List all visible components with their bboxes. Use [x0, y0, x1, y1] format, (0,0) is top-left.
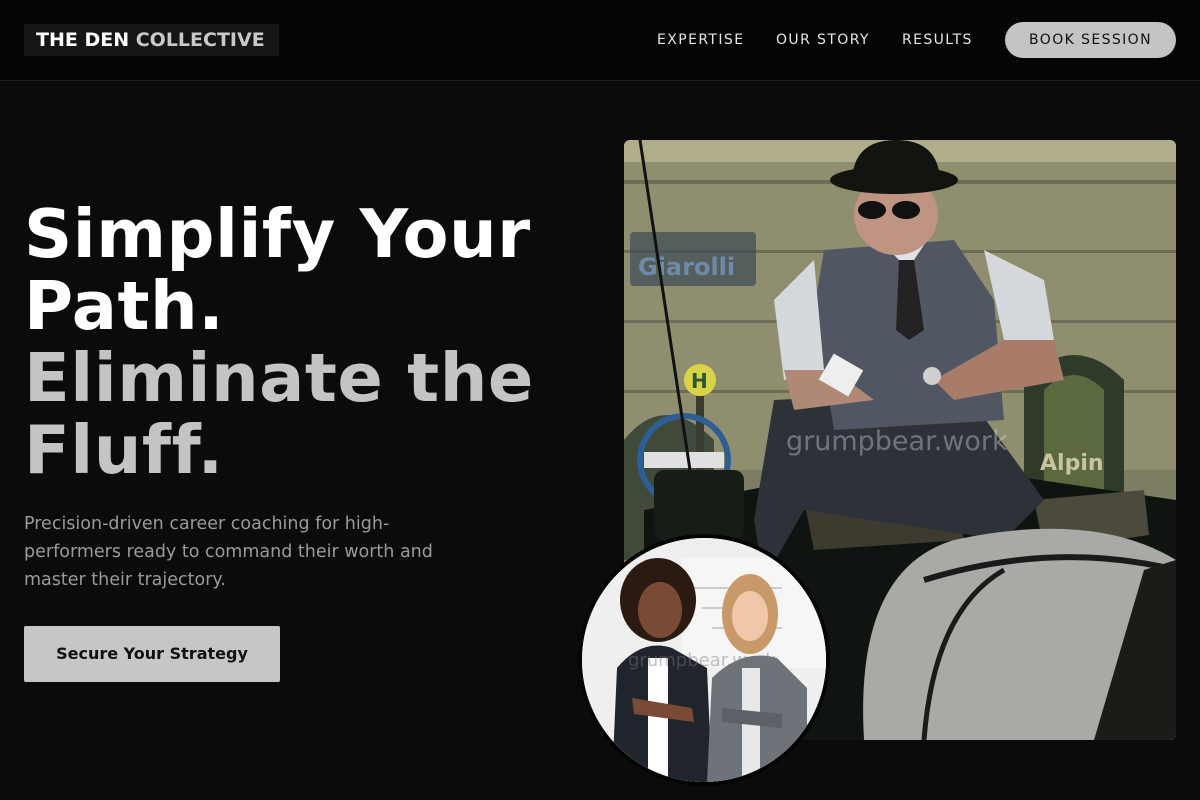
logo-secondary-text: COLLECTIVE	[135, 29, 265, 51]
nav-link-results[interactable]: RESULTS	[902, 30, 973, 50]
two-women-photo-illustration	[582, 538, 826, 782]
hero-headline: Simplify Your Path. Eliminate the Fluff.	[24, 198, 604, 486]
shop-sign: Giarolli	[630, 232, 756, 286]
svg-text:Giarolli: Giarolli	[638, 253, 735, 281]
hero-subtext: Precision-driven career coaching for hig…	[24, 514, 433, 590]
headline-line-2: Eliminate the Fluff.	[24, 339, 534, 489]
logo[interactable]: THE DEN COLLECTIVE	[24, 24, 279, 56]
site-header: THE DEN COLLECTIVE EXPERTISE OUR STORY R…	[0, 0, 1200, 81]
svg-text:H: H	[691, 369, 708, 393]
headline-line-1: Simplify Your Path.	[24, 195, 531, 345]
logo-primary-text: THE DEN	[36, 29, 130, 51]
nav-link-expertise[interactable]: EXPERTISE	[657, 30, 744, 50]
nav-link-our-story[interactable]: OUR STORY	[776, 30, 870, 50]
alpin-sign: Alpin	[1040, 451, 1104, 476]
book-session-button[interactable]: BOOK SESSION	[1005, 22, 1176, 58]
two-women-photo	[578, 534, 830, 786]
secure-strategy-button[interactable]: Secure Your Strategy	[24, 626, 280, 682]
